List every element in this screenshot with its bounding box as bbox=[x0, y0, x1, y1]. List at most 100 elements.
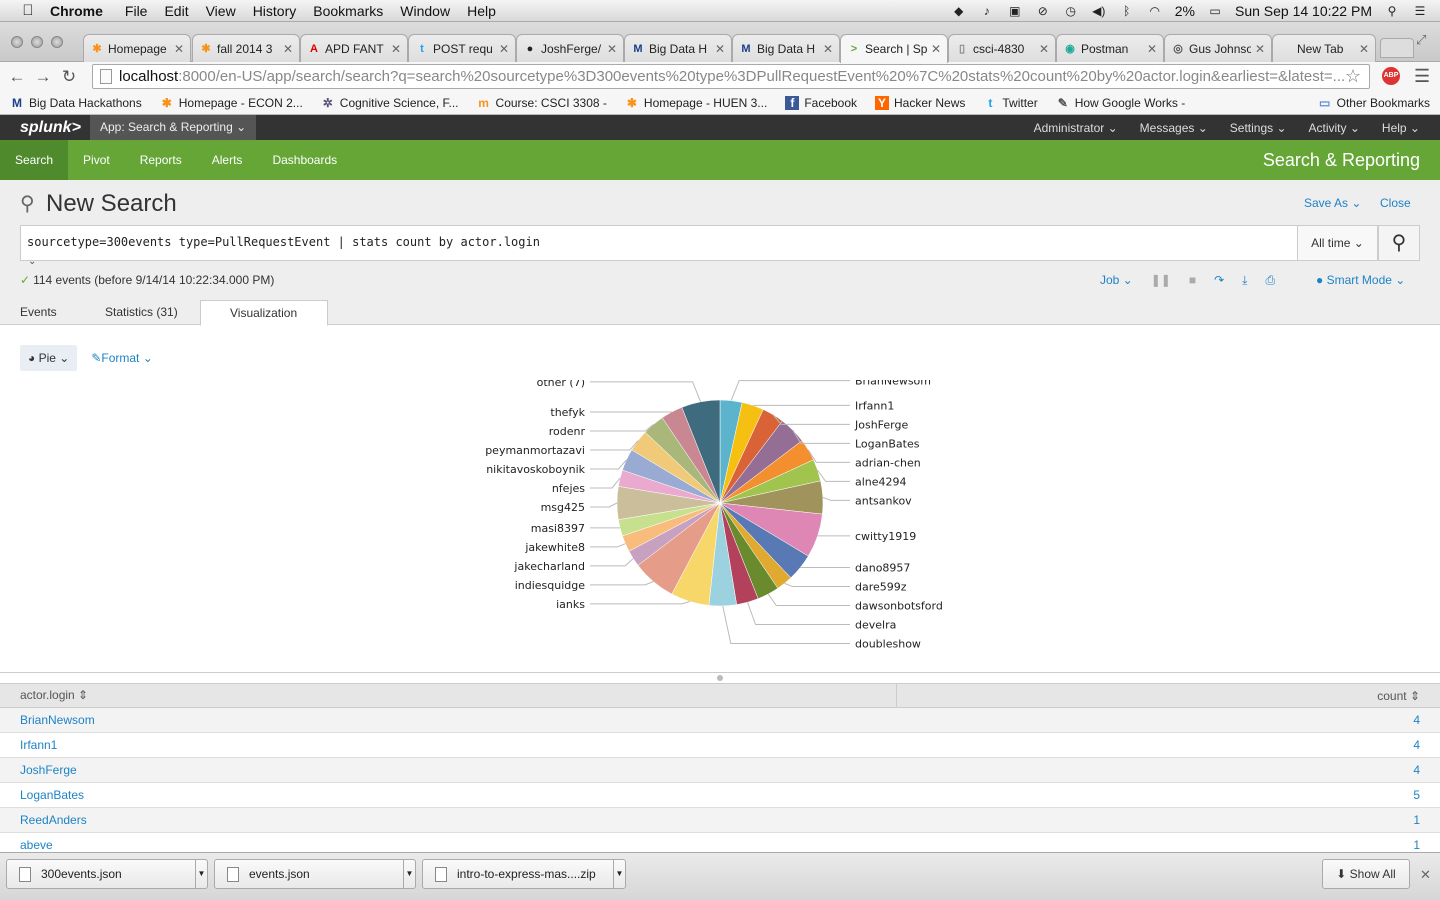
share-icon[interactable]: ↷ bbox=[1214, 273, 1224, 288]
tab-close-icon[interactable]: ✕ bbox=[1359, 42, 1369, 56]
search-button[interactable]: ⚲ bbox=[1378, 225, 1420, 261]
download-item[interactable]: events.json ▼ bbox=[214, 859, 416, 889]
dropbox-icon[interactable]: ◆ bbox=[951, 4, 967, 18]
count-cell[interactable]: 1 bbox=[897, 838, 1440, 852]
window-zoom-button[interactable] bbox=[51, 36, 63, 48]
tab-3[interactable]: t POST requ ✕ bbox=[408, 34, 516, 62]
close-icon[interactable]: ✕ bbox=[1420, 867, 1431, 883]
back-arrow-icon[interactable]: ← bbox=[6, 66, 28, 88]
tab-8[interactable]: ▯ csci-4830 ✕ bbox=[948, 34, 1056, 62]
menu-file[interactable]: File bbox=[125, 3, 148, 19]
forward-arrow-icon[interactable]: → bbox=[32, 66, 54, 88]
window-minimize-button[interactable] bbox=[31, 36, 43, 48]
table-row[interactable]: BrianNewsom 4 bbox=[0, 708, 1440, 733]
splunk-logo[interactable]: splunk> bbox=[20, 119, 90, 137]
tab-close-icon[interactable]: ✕ bbox=[1039, 42, 1049, 56]
tab-statistics[interactable]: Statistics (31) bbox=[95, 300, 188, 325]
chevron-down-icon[interactable]: ⌄ bbox=[28, 256, 36, 267]
tab-events[interactable]: Events bbox=[10, 300, 67, 325]
spotlight-alt-icon[interactable]: ▣ bbox=[1007, 4, 1023, 18]
bookmark-star-icon[interactable]: ☆ bbox=[1345, 65, 1361, 88]
print-icon[interactable]: ⎙ bbox=[1265, 273, 1275, 288]
stop-icon[interactable]: ■ bbox=[1189, 273, 1196, 288]
clock[interactable]: Sun Sep 14 10:22 PM bbox=[1235, 3, 1372, 19]
bookmark-item[interactable]: ✱ Homepage - HUEN 3... bbox=[625, 96, 767, 110]
column-header-count[interactable]: count ⇕ bbox=[897, 689, 1440, 703]
table-row[interactable]: JoshFerge 4 bbox=[0, 758, 1440, 783]
bookmark-item[interactable]: ✲ Cognitive Science, F... bbox=[321, 96, 459, 110]
tab-5[interactable]: M Big Data H ✕ bbox=[624, 34, 732, 62]
administrator-menu[interactable]: Administrator ⌄ bbox=[1034, 121, 1118, 135]
settings-menu[interactable]: Settings ⌄ bbox=[1230, 121, 1287, 135]
actor-login-cell[interactable]: BrianNewsom bbox=[0, 713, 897, 727]
count-cell[interactable]: 5 bbox=[897, 788, 1440, 802]
table-row[interactable]: Irfann1 4 bbox=[0, 733, 1440, 758]
apple-icon[interactable]:  bbox=[18, 2, 38, 19]
window-close-button[interactable] bbox=[11, 36, 23, 48]
nav-dashboards[interactable]: Dashboards bbox=[257, 140, 352, 180]
tab-close-icon[interactable]: ✕ bbox=[391, 42, 401, 56]
caret-down-icon[interactable]: ▼ bbox=[613, 860, 625, 888]
export-icon[interactable]: ⤓ bbox=[1242, 273, 1247, 288]
tab-close-icon[interactable]: ✕ bbox=[1255, 42, 1265, 56]
job-menu[interactable]: Job ⌄ bbox=[1100, 273, 1133, 288]
nav-search[interactable]: Search bbox=[0, 140, 69, 180]
tab-visualization[interactable]: Visualization bbox=[200, 300, 329, 326]
nav-pivot[interactable]: Pivot bbox=[68, 140, 125, 180]
tab-4[interactable]: ● JoshFerge/ ✕ bbox=[516, 34, 624, 62]
do-not-disturb-icon[interactable]: ⊘ bbox=[1035, 4, 1051, 18]
other-bookmarks[interactable]: ▭ Other Bookmarks bbox=[1318, 96, 1430, 110]
download-item[interactable]: intro-to-express-mas....zip ▼ bbox=[422, 859, 626, 889]
nav-reports[interactable]: Reports bbox=[125, 140, 197, 180]
menu-help[interactable]: Help bbox=[467, 3, 496, 19]
tab-1[interactable]: ✱ fall 2014 3 ✕ bbox=[192, 34, 300, 62]
actor-login-cell[interactable]: JoshFerge bbox=[0, 763, 897, 777]
table-row[interactable]: ReedAnders 1 bbox=[0, 808, 1440, 833]
tab-close-icon[interactable]: ✕ bbox=[499, 42, 509, 56]
resize-handle[interactable] bbox=[717, 675, 723, 681]
caret-down-icon[interactable]: ▼ bbox=[403, 860, 415, 888]
count-cell[interactable]: 1 bbox=[897, 813, 1440, 827]
chrome-menu-icon[interactable]: ☰ bbox=[1414, 66, 1430, 87]
new-tab-button[interactable] bbox=[1380, 38, 1414, 58]
actor-login-cell[interactable]: Irfann1 bbox=[0, 738, 897, 752]
messages-menu[interactable]: Messages ⌄ bbox=[1140, 121, 1208, 135]
search-input[interactable]: sourcetype=300events type=PullRequestEve… bbox=[20, 225, 1298, 261]
tab-close-icon[interactable]: ✕ bbox=[931, 42, 941, 56]
tab-close-icon[interactable]: ✕ bbox=[607, 42, 617, 56]
close-button[interactable]: Close bbox=[1380, 196, 1411, 210]
caret-down-icon[interactable]: ▼ bbox=[195, 860, 207, 888]
actor-login-cell[interactable]: abeve bbox=[0, 838, 897, 852]
nav-alerts[interactable]: Alerts bbox=[197, 140, 258, 180]
address-bar[interactable]: localhost:8000/en-US/app/search/search?q… bbox=[92, 64, 1370, 89]
bookmark-item[interactable]: ✱ Homepage - ECON 2... bbox=[160, 96, 303, 110]
count-cell[interactable]: 4 bbox=[897, 763, 1440, 777]
battery-icon[interactable]: ▭ bbox=[1207, 4, 1223, 18]
actor-login-cell[interactable]: LoganBates bbox=[0, 788, 897, 802]
time-range-picker[interactable]: All time ⌄ bbox=[1298, 225, 1378, 261]
menu-history[interactable]: History bbox=[253, 3, 297, 19]
column-header-actor[interactable]: actor.login ⇕ bbox=[0, 683, 897, 708]
tab-10[interactable]: ◎ Gus Johnso ✕ bbox=[1164, 34, 1272, 62]
smart-mode-menu[interactable]: ● Smart Mode ⌄ bbox=[1316, 273, 1405, 287]
bookmark-item[interactable]: Y Hacker News bbox=[875, 95, 965, 110]
volume-icon[interactable]: ◀) bbox=[1091, 4, 1107, 18]
app-menu[interactable]: App: Search & Reporting ⌄ bbox=[90, 115, 257, 140]
count-cell[interactable]: 4 bbox=[897, 738, 1440, 752]
tab-9[interactable]: ◉ Postman ✕ bbox=[1056, 34, 1164, 62]
wifi-icon[interactable]: ◠ bbox=[1147, 4, 1163, 18]
save-as-button[interactable]: Save As ⌄ bbox=[1304, 196, 1361, 210]
tab-7[interactable]: > Search | Sp ✕ bbox=[840, 34, 948, 63]
show-all-downloads-button[interactable]: ⬇ Show All bbox=[1322, 859, 1410, 889]
actor-login-cell[interactable]: ReedAnders bbox=[0, 813, 897, 827]
spotlight-search-icon[interactable]: ⚲ bbox=[1384, 4, 1400, 18]
adblock-icon[interactable]: ABP bbox=[1382, 67, 1400, 85]
activity-menu[interactable]: Activity ⌄ bbox=[1309, 121, 1360, 135]
tab-close-icon[interactable]: ✕ bbox=[1147, 42, 1157, 56]
time-machine-icon[interactable]: ◷ bbox=[1063, 4, 1079, 18]
tab-close-icon[interactable]: ✕ bbox=[823, 42, 833, 56]
bookmark-item[interactable]: m Course: CSCI 3308 - bbox=[477, 96, 607, 110]
bookmark-item[interactable]: t Twitter bbox=[983, 96, 1037, 110]
pie-type-button[interactable]: ◕ Pie ⌄ bbox=[20, 345, 78, 371]
menu-bookmarks[interactable]: Bookmarks bbox=[313, 3, 383, 19]
